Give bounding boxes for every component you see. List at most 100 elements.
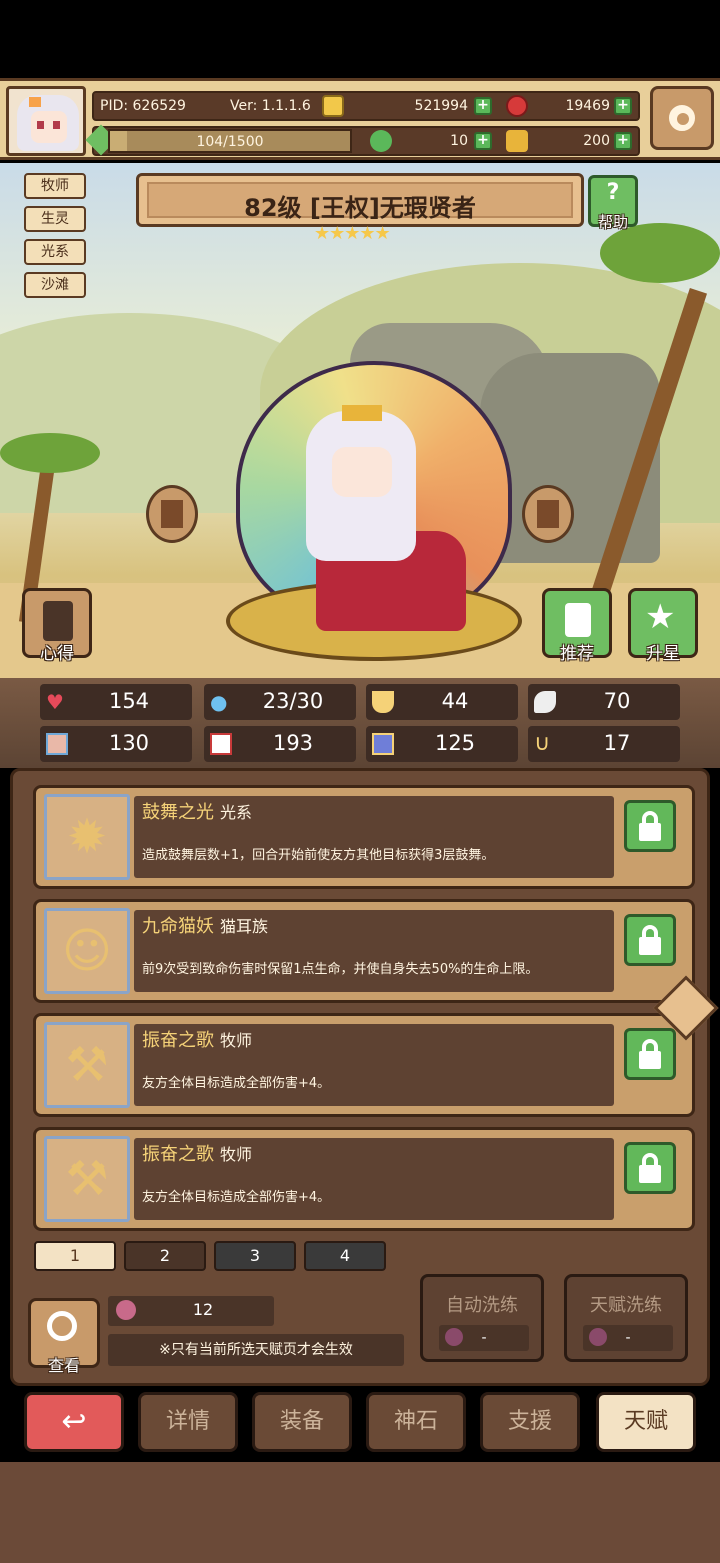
tag-race: 生灵 [24, 206, 86, 232]
tag-terrain: 沙滩 [24, 272, 86, 298]
view-label: 查看 [47, 1356, 80, 1375]
talent-desc: 友方全体目标造成全部伤害+4。 [142, 1190, 331, 1205]
thumbs-up-icon [565, 603, 591, 637]
auto-wash-button[interactable]: 自动洗练 - [420, 1274, 544, 1362]
arrow-left-icon [161, 500, 183, 528]
hammer-icon: ⚒ [44, 1022, 130, 1108]
xp-text: 104/1500 [196, 134, 264, 150]
talent-card[interactable]: ☺ 九命猫妖 猫耳族 前9次受到致命伤害时保留1点生命，并使自身失去50%的生命上… [33, 899, 695, 1003]
stat-mana: ● 23/30 [204, 684, 356, 720]
horseshoe-icon: ∪ [534, 731, 551, 756]
shield-icon [372, 691, 394, 713]
hero-title-banner: 82级 [王权]无瑕贤者 [136, 173, 584, 227]
talent-desc: 友方全体目标造成全部伤害+4。 [142, 1076, 331, 1091]
notes-icon [43, 601, 73, 641]
lock-icon [639, 1051, 661, 1069]
talent-wash-button[interactable]: 天赋洗练 - [564, 1274, 688, 1362]
key-amount: 200 [583, 133, 610, 149]
arrow-right-icon [537, 500, 559, 528]
fruit-icon [116, 1300, 136, 1320]
sun-icon: ✹ [44, 794, 130, 880]
clover-amount: 10 [450, 133, 468, 149]
back-button[interactable]: ↩ [24, 1392, 124, 1452]
talent-name: 振奋之歌 [142, 1144, 214, 1165]
next-hero-button[interactable] [522, 485, 574, 543]
hero-stars: ★★★★★ [314, 223, 391, 244]
talent-tag: 牧师 [220, 1031, 253, 1050]
lock-button[interactable] [624, 1142, 676, 1194]
lock-button[interactable] [624, 1028, 676, 1080]
talent-name: 振奋之歌 [142, 1030, 214, 1051]
talent-page-tab-1[interactable]: 1 [34, 1241, 116, 1271]
stat-crit: 125 [366, 726, 518, 762]
star-icon: ★ [645, 597, 676, 637]
wash-count-value: 12 [192, 1300, 214, 1319]
nav-stone[interactable]: 神石 [366, 1392, 466, 1452]
settings-button[interactable] [650, 86, 714, 150]
talent-page-tab-4[interactable]: 4 [304, 1241, 386, 1271]
wash-item-count: 12 [108, 1296, 274, 1326]
talent-desc: 造成鼓舞层数+1，回合开始前使友方其他目标获得3层鼓舞。 [142, 848, 495, 863]
question-icon: ? [606, 180, 620, 205]
stat-hp: ♥ 154 [40, 684, 192, 720]
talent-card[interactable]: ⚒ 振奋之歌 牧师 友方全体目标造成全部伤害+4。 [33, 1013, 695, 1117]
xp-progress-bar: 104/1500 [108, 129, 352, 153]
heart-icon: ♥ [46, 690, 64, 714]
cat-icon: ☺ [44, 908, 130, 994]
hero-scene: 牧师 生灵 光系 沙滩 82级 [王权]无瑕贤者 ★★★★★ ? 帮助 心得 推… [0, 163, 720, 678]
header-row-1: PID: 626529 Ver: 1.1.1.6 521994 + 19469 … [92, 91, 640, 121]
add-gold-button[interactable]: + [474, 97, 492, 115]
lock-button[interactable] [624, 914, 676, 966]
talent-tag: 牧师 [220, 1145, 253, 1164]
talent-desc: 前9次受到致命伤害时保留1点生命，并使自身失去50%的生命上限。 [142, 962, 539, 977]
star-up-label: 升星 [646, 644, 680, 664]
hero-title: 82级 [王权]无瑕贤者 [244, 194, 476, 222]
fist-icon [46, 733, 68, 755]
red-gem-icon [506, 95, 528, 117]
key-icon [506, 130, 528, 152]
auto-wash-label: 自动洗练 [446, 1295, 518, 1316]
talent-wash-cost: - [583, 1325, 673, 1351]
nav-details[interactable]: 详情 [138, 1392, 238, 1452]
add-gem-button[interactable]: + [614, 97, 632, 115]
nav-talent[interactable]: 天赋 [596, 1392, 696, 1452]
crit-icon [372, 733, 394, 755]
add-clover-button[interactable]: + [474, 132, 492, 150]
clover-icon [370, 130, 392, 152]
player-avatar[interactable] [6, 86, 86, 156]
fruit-icon [589, 1328, 607, 1346]
talent-name: 九命猫妖 [142, 916, 214, 937]
return-arrow-icon: ↩ [61, 1404, 87, 1439]
talent-card[interactable]: ⚒ 振奋之歌 牧师 友方全体目标造成全部伤害+4。 [33, 1127, 695, 1231]
lock-button[interactable] [624, 800, 676, 852]
talent-page-tab-2[interactable]: 2 [124, 1241, 206, 1271]
fruit-icon [445, 1328, 463, 1346]
pid-text: PID: 626529 [100, 98, 186, 114]
gold-coin-icon [322, 95, 344, 117]
nav-support[interactable]: 支援 [480, 1392, 580, 1452]
nav-equip[interactable]: 装备 [252, 1392, 352, 1452]
recommend-label: 推荐 [560, 644, 594, 664]
gold-amount: 521994 [414, 98, 468, 114]
lock-icon [639, 1165, 661, 1183]
wing-icon [534, 691, 556, 713]
talent-note: ※只有当前所选天赋页才会生效 [108, 1334, 404, 1366]
talent-card[interactable]: ✹ 鼓舞之光 光系 造成鼓舞层数+1，回合开始前使友方其他目标获得3层鼓舞。 [33, 785, 695, 889]
stat-defense: 44 [366, 684, 518, 720]
book-icon [210, 733, 232, 755]
top-bar: PID: 626529 Ver: 1.1.1.6 521994 + 19469 … [0, 78, 720, 160]
lock-icon [639, 937, 661, 955]
tag-element: 光系 [24, 239, 86, 265]
bottom-area [0, 1462, 720, 1563]
stat-attack: 130 [40, 726, 192, 762]
stats-panel: ♥ 154 ● 23/30 44 70 130 193 125 ∪ 17 [0, 678, 720, 768]
talent-tag: 光系 [220, 803, 253, 822]
stat-magic: 193 [204, 726, 356, 762]
prev-hero-button[interactable] [146, 485, 198, 543]
talent-page-tab-3[interactable]: 3 [214, 1241, 296, 1271]
talent-tag: 猫耳族 [220, 917, 269, 936]
version-text: Ver: 1.1.1.6 [230, 98, 311, 114]
magnifier-icon [47, 1311, 77, 1341]
talent-name: 鼓舞之光 [142, 802, 214, 823]
add-key-button[interactable]: + [614, 132, 632, 150]
